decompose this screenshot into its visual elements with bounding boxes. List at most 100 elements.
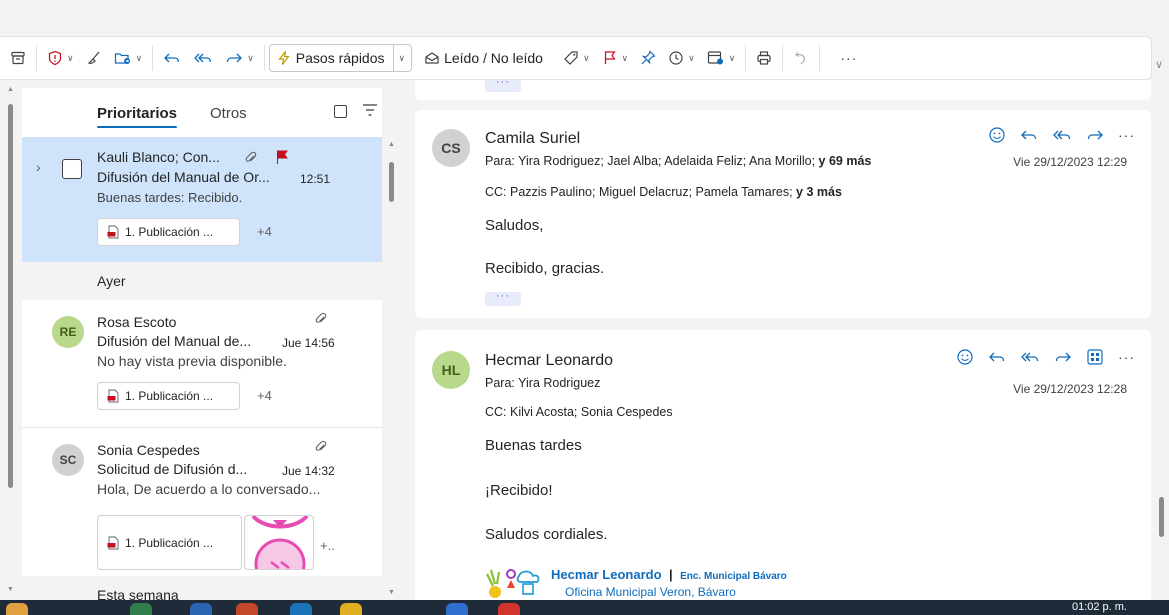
avatar: SC	[52, 444, 84, 476]
cc-list[interactable]: Kilvi Acosta; Sonia Cespedes	[510, 405, 673, 419]
message-body-line: ¡Recibido!	[485, 482, 553, 499]
message-body-line: Recibido, gracias.	[485, 260, 605, 277]
os-taskbar: 01:02 p. m.	[0, 600, 1169, 615]
app-icon[interactable]	[190, 603, 212, 615]
report-button[interactable]: ∨	[41, 42, 80, 74]
reply-all-icon[interactable]	[1020, 349, 1040, 365]
more-attachments[interactable]: +4	[257, 224, 272, 239]
chevron-down-icon: ∨	[688, 52, 695, 63]
quick-steps-button[interactable]: Pasos rápidos ∨	[268, 44, 413, 72]
item-preview: Hola, De acuerdo a lo conversado...	[97, 481, 321, 497]
more-label: ···	[840, 50, 858, 66]
message-list: Prioritarios Otros › Kauli Blanco; Con..…	[22, 88, 382, 600]
undo-button[interactable]	[787, 42, 815, 74]
message-body-line: Saludos,	[485, 217, 544, 234]
list-item[interactable]: SC Sonia Cespedes Solicitud de Difusión …	[22, 428, 382, 576]
app-icon[interactable]	[446, 603, 468, 615]
select-mode-icon[interactable]	[334, 105, 347, 118]
expand-quoted-button[interactable]: ···	[485, 291, 521, 306]
reply-button[interactable]	[157, 42, 187, 74]
tab-focused[interactable]: Prioritarios	[97, 105, 178, 128]
chevron-down-icon: ∨	[728, 52, 736, 63]
scroll-down-icon[interactable]: ▼	[7, 586, 14, 593]
archive-button[interactable]	[4, 42, 32, 74]
sweep-button[interactable]	[80, 42, 108, 74]
scroll-up-icon[interactable]: ▲	[388, 141, 395, 148]
app-icon[interactable]	[130, 603, 152, 615]
cc-list[interactable]: Pazzis Paulino; Miguel Delacruz; Pamela …	[510, 185, 793, 199]
scrollbar-thumb[interactable]	[389, 162, 394, 202]
scroll-down-icon[interactable]: ▼	[388, 589, 395, 596]
reading-pane-scrollbar[interactable]	[1153, 80, 1169, 600]
forward-button[interactable]: ∨	[219, 42, 260, 74]
app-icon[interactable]	[290, 603, 312, 615]
list-item[interactable]: › Kauli Blanco; Con... Difusión del Manu…	[22, 137, 382, 262]
flag-icon[interactable]	[274, 149, 290, 165]
toolbar-divider	[36, 45, 37, 71]
app-icon[interactable]	[498, 603, 520, 615]
chevron-down-icon[interactable]: ∨	[392, 45, 405, 71]
message-list-scrollbar[interactable]: ▲ ▼	[384, 137, 398, 600]
more-attachments[interactable]: +..	[320, 538, 335, 553]
to-list[interactable]: Yira Rodriguez	[518, 376, 600, 390]
archive-icon	[11, 51, 25, 65]
reply-icon[interactable]	[988, 349, 1006, 365]
section-header-yesterday: Ayer	[22, 262, 382, 300]
more-actions-button[interactable]: ···	[824, 42, 873, 74]
item-checkbox[interactable]	[62, 159, 82, 179]
attachment-name: 1. Publicación ...	[125, 535, 214, 550]
chevron-down-icon: ∨	[621, 52, 629, 63]
print-button[interactable]	[750, 42, 778, 74]
list-item[interactable]: RE Rosa Escoto Difusión del Manual de...…	[22, 300, 382, 428]
more-attachments[interactable]: +4	[257, 388, 272, 403]
to-list[interactable]: Yira Rodriguez; Jael Alba; Adelaida Feli…	[518, 154, 815, 168]
scroll-up-icon[interactable]: ▲	[7, 86, 14, 93]
attachment-chip[interactable]: 1. Publicación ...	[97, 218, 240, 246]
move-to-button[interactable]: ∨	[108, 42, 149, 74]
expand-quoted-button[interactable]: ···	[485, 80, 521, 92]
categorize-button[interactable]: ∨	[557, 42, 596, 74]
taskbar-clock[interactable]: 01:02 p. m.	[1072, 601, 1127, 613]
emoji-reaction-icon[interactable]	[956, 348, 974, 366]
snooze-button[interactable]: ∨	[662, 42, 701, 74]
more-options-icon[interactable]: ···	[1118, 349, 1135, 365]
pin-button[interactable]	[634, 42, 662, 74]
reply-all-button[interactable]	[187, 42, 219, 74]
scrollbar-thumb[interactable]	[8, 104, 13, 488]
message-sender[interactable]: Hecmar Leonardo	[485, 352, 613, 370]
app-icon[interactable]	[236, 603, 258, 615]
chevron-down-icon[interactable]: ∨	[1155, 58, 1163, 71]
tab-other[interactable]: Otros	[210, 105, 247, 122]
reply-all-icon[interactable]	[1052, 127, 1072, 143]
filter-icon[interactable]	[362, 103, 378, 117]
toolbar-divider	[152, 45, 154, 71]
rules-button[interactable]: ∨	[701, 42, 742, 74]
app-icon[interactable]	[340, 603, 362, 615]
apps-grid-icon[interactable]	[1086, 348, 1104, 366]
broom-icon	[87, 51, 100, 65]
to-prefix: Para:	[485, 154, 515, 168]
app-icon[interactable]	[6, 603, 28, 615]
image-attachment-thumbnail[interactable]	[244, 515, 314, 570]
message-sender[interactable]: Camila Suriel	[485, 130, 580, 148]
forward-icon[interactable]	[1086, 127, 1104, 143]
flag-button[interactable]: ∨	[596, 42, 635, 74]
to-prefix: Para:	[485, 376, 515, 390]
reply-icon[interactable]	[1020, 127, 1038, 143]
read-unread-button[interactable]: Leído / No leído	[418, 42, 549, 74]
to-more[interactable]: y 69 más	[819, 154, 872, 168]
folder-pane-scrollbar[interactable]: ▲ ▼	[0, 80, 22, 600]
attachment-name: 1. Publicación ...	[125, 225, 214, 239]
message-recipients: Para: Yira Rodriguez; Jael Alba; Adelaid…	[485, 154, 871, 168]
more-options-icon[interactable]: ···	[1118, 127, 1135, 143]
scrollbar-thumb[interactable]	[1159, 497, 1164, 537]
previous-message-card[interactable]: ···	[415, 80, 1151, 100]
forward-icon[interactable]	[1054, 349, 1072, 365]
cc-more[interactable]: y 3 más	[796, 185, 842, 199]
item-sender: Rosa Escoto	[97, 314, 177, 330]
item-subject: Solicitud de Difusión d...	[97, 461, 248, 477]
attachment-chip[interactable]: 1. Publicación ...	[97, 515, 242, 570]
emoji-reaction-icon[interactable]	[988, 126, 1006, 144]
chevron-right-icon[interactable]: ›	[36, 159, 41, 175]
attachment-chip[interactable]: 1. Publicación ...	[97, 382, 240, 410]
